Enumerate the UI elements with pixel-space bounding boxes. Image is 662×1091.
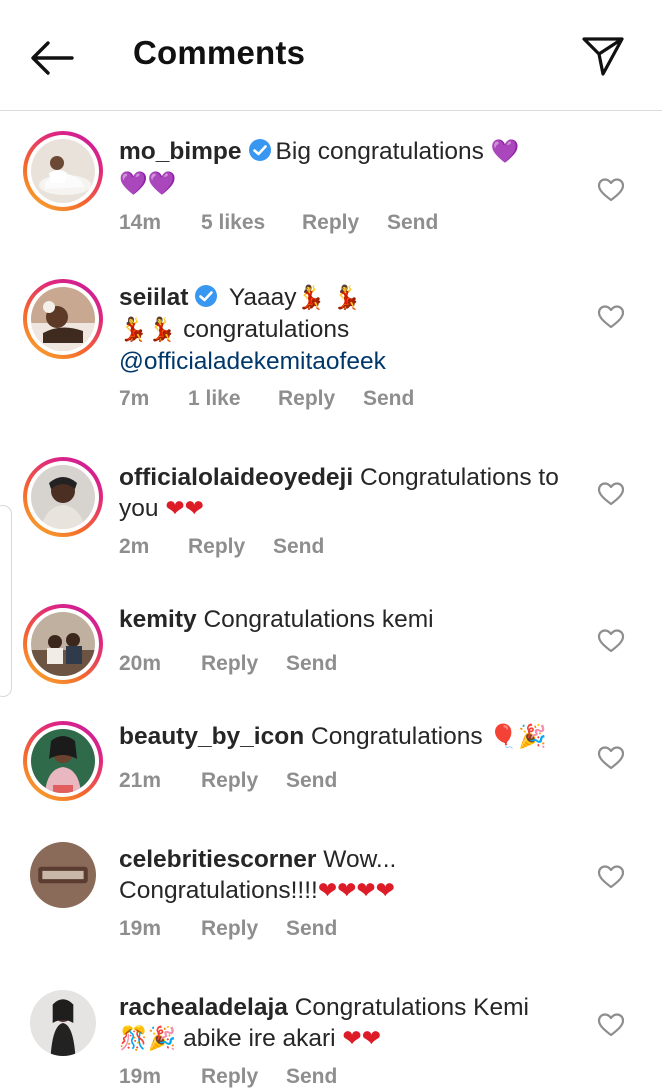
comment-username[interactable]: kemity [119,606,197,633]
likes-count[interactable]: 1 like [188,387,241,411]
heart-outline-icon[interactable] [597,481,625,507]
comment-username[interactable]: seiilat [119,284,188,311]
comment-time: 19m [119,1065,162,1088]
header-bar: Comments [0,0,662,111]
send-button[interactable]: Send [286,917,337,941]
comment-time: 2m [119,535,150,558]
back-button[interactable] [28,38,76,78]
comment-text: kemity Congratulations kemi [119,604,581,635]
send-button[interactable]: Send [286,1065,337,1089]
heart-outline-icon[interactable] [597,177,625,203]
profile-photo [31,465,95,529]
avatar[interactable] [30,842,96,908]
reply-button[interactable]: Reply [201,769,258,793]
verified-badge-icon [248,139,271,161]
comment-time: 21m [119,769,162,792]
dancer-emoji: 💃 💃 [296,285,362,311]
mention-link[interactable]: @officialadekemitaofeek [119,348,386,375]
comment-body: Congratulations!!!! [119,877,318,904]
paper-plane-icon [582,37,624,76]
comment-body: Congratulations [311,723,490,750]
comment-time: 19m [119,917,162,940]
heart-outline-icon[interactable] [597,628,625,654]
confetti-emoji: 🎊🎉 [119,1026,177,1052]
heart-outline-icon[interactable] [597,864,625,890]
profile-photo [31,287,95,351]
comment-text: seiilat Yaaay💃 💃 💃💃 congratulations @offic… [119,282,581,377]
avatar[interactable] [23,604,103,684]
comment-username[interactable]: officialolaideoyedeji [119,464,353,491]
profile-photo [30,842,96,908]
send-button[interactable]: Send [286,652,337,676]
side-drawer-handle[interactable] [0,505,12,697]
comment-text: beauty_by_icon Congratulations 🎈🎉 [119,721,581,753]
comment-username[interactable]: rachealadelaja [119,994,288,1021]
profile-photo [30,990,96,1056]
red-heart-emoji: ❤❤ [342,1026,381,1052]
comment-body: Congratulations kemi [203,606,434,633]
arrow-left-icon [31,41,74,75]
comment-time: 7m [119,387,150,410]
comment-body: congratulations [176,316,350,343]
comment-body: abike ire akari [176,1025,343,1052]
heart-outline-icon[interactable] [597,304,625,330]
send-button[interactable]: Send [387,211,438,235]
comment-text: celebritiescorner Wow... Congratulations!… [119,844,581,907]
comment-body: Congratulations to [360,464,559,491]
avatar[interactable] [23,721,103,801]
comment-username[interactable]: celebritiescorner [119,846,316,873]
comment-body: you [119,495,166,522]
comment-text: rachealadelaja Congratulations Kemi 🎊🎉 ab… [119,992,581,1055]
comment-body: Congratulations Kemi [294,994,529,1021]
comment-body: Yaaay [228,284,297,311]
avatar[interactable] [23,457,103,537]
purple-heart-emoji: 💜 [490,139,520,165]
comment-username[interactable]: beauty_by_icon [119,723,304,750]
reply-button[interactable]: Reply [278,387,335,411]
profile-photo [31,612,95,676]
profile-photo [31,729,95,793]
heart-outline-icon[interactable] [597,1012,625,1038]
send-button[interactable]: Send [273,535,324,559]
reply-button[interactable]: Reply [188,535,245,559]
reply-button[interactable]: Reply [201,917,258,941]
comment-time: 14m [119,211,162,234]
avatar[interactable] [23,279,103,359]
reply-button[interactable]: Reply [302,211,359,235]
purple-heart-emoji: 💜💜 [119,171,177,197]
red-heart-emoji: ❤❤ [165,496,204,522]
avatar[interactable] [23,131,103,211]
reply-button[interactable]: Reply [201,1065,258,1089]
likes-count[interactable]: 5 likes [201,211,265,235]
verified-badge-icon [195,285,218,307]
profile-photo [31,139,95,203]
reply-button[interactable]: Reply [201,652,258,676]
comment-text: officialolaideoyedeji Congratulations to… [119,462,581,525]
red-heart-emoji: ❤❤❤❤ [317,878,395,904]
comment-body: Wow... [323,846,397,873]
page-title: Comments [133,34,306,71]
dancer-emoji: 💃💃 [119,317,177,343]
comment-username[interactable]: mo_bimpe [119,138,242,165]
heart-outline-icon[interactable] [597,745,625,771]
comment-text: mo_bimpe Big congratulations 💜 💜💜 [119,136,581,200]
comment-time: 20m [119,652,162,675]
share-button[interactable] [578,34,628,78]
avatar[interactable] [30,990,96,1056]
send-button[interactable]: Send [286,769,337,793]
send-button[interactable]: Send [363,387,414,411]
balloon-party-emoji: 🎈🎉 [489,724,547,750]
comment-body: Big congratulations [275,138,491,165]
